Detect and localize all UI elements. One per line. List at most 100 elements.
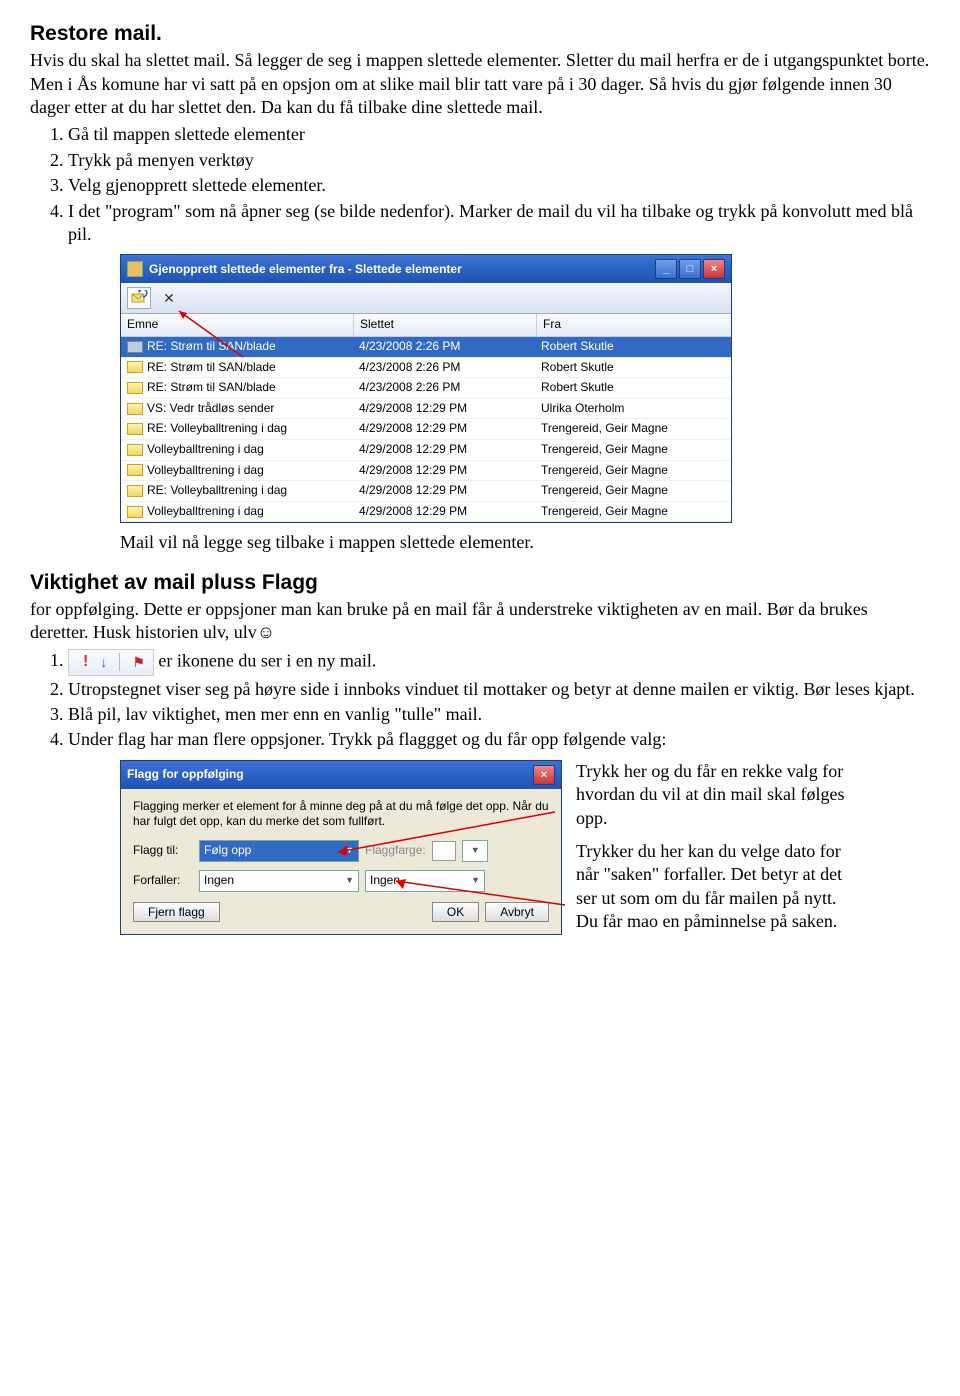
cell-from: Trengereid, Geir Magne xyxy=(535,419,731,439)
due-label: Forfaller: xyxy=(133,873,193,889)
cell-subject: RE: Volleyballtrening i dag xyxy=(147,421,287,437)
separator xyxy=(119,653,120,671)
step-text: er ikonene du ser i en ny mail. xyxy=(158,650,376,670)
recover-button[interactable] xyxy=(127,287,151,309)
due-time-value: Ingen xyxy=(370,873,400,889)
step: Velg gjenopprett slettede elementer. xyxy=(68,174,930,197)
table-header: Emne Slettet Fra xyxy=(121,314,731,337)
chevron-down-icon: ▼ xyxy=(345,875,354,887)
low-importance-icon[interactable]: ↓ xyxy=(100,653,107,671)
table-row[interactable]: RE: Strøm til SAN/blade 4/23/2008 2:26 PM… xyxy=(121,378,731,399)
table-row[interactable]: RE: Volleyballtrening i dag 4/29/2008 12:… xyxy=(121,481,731,502)
cell-subject: RE: Strøm til SAN/blade xyxy=(147,380,276,396)
chevron-down-icon: ▼ xyxy=(345,845,354,857)
envelope-icon xyxy=(127,485,143,497)
app-icon xyxy=(127,261,143,277)
cell-deleted: 4/23/2008 2:26 PM xyxy=(353,378,535,398)
table-row[interactable]: RE: Strøm til SAN/blade 4/23/2008 2:26 PM… xyxy=(121,358,731,379)
close-button[interactable]: × xyxy=(703,259,725,279)
table-row[interactable]: Volleyballtrening i dag 4/29/2008 12:29 P… xyxy=(121,440,731,461)
step: Blå pil, lav viktighet, men mer enn en v… xyxy=(68,703,930,726)
cell-from: Robert Skutle xyxy=(535,337,731,357)
cell-deleted: 4/29/2008 12:29 PM xyxy=(353,461,535,481)
ok-button[interactable]: OK xyxy=(432,902,479,922)
envelope-icon xyxy=(127,382,143,394)
annotation-p2: Trykker du her kan du velge dato for når… xyxy=(576,840,846,934)
cell-from: Trengereid, Geir Magne xyxy=(535,440,731,460)
dialog-titlebar: Flagg for oppfølging × xyxy=(121,761,561,789)
cell-from: Robert Skutle xyxy=(535,358,731,378)
cell-subject: RE: Strøm til SAN/blade xyxy=(147,360,276,376)
due-time-select[interactable]: Ingen ▼ xyxy=(365,870,485,892)
cell-deleted: 4/23/2008 2:26 PM xyxy=(353,337,535,357)
minimize-button[interactable]: _ xyxy=(655,259,677,279)
cell-from: Ulrika Oterholm xyxy=(535,399,731,419)
cell-subject: VS: Vedr trådløs sender xyxy=(147,401,274,417)
paragraph-restore: Hvis du skal ha slettet mail. Så legger … xyxy=(30,49,930,119)
step: Under flag har man flere oppsjoner. Tryk… xyxy=(68,728,930,751)
table-row[interactable]: Volleyballtrening i dag 4/29/2008 12:29 P… xyxy=(121,461,731,482)
cell-deleted: 4/29/2008 12:29 PM xyxy=(353,399,535,419)
maximize-button[interactable]: □ xyxy=(679,259,701,279)
delete-button[interactable]: ✕ xyxy=(157,287,181,309)
flag-to-label: Flagg til: xyxy=(133,843,193,859)
col-from[interactable]: Fra xyxy=(537,314,731,336)
clear-flag-button[interactable]: Fjern flagg xyxy=(133,902,220,922)
due-date-select[interactable]: Ingen ▼ xyxy=(199,870,359,892)
envelope-icon xyxy=(127,464,143,476)
flag-color-select[interactable]: ▼ xyxy=(462,840,488,862)
table-row[interactable]: VS: Vedr trådløs sender 4/29/2008 12:29 P… xyxy=(121,399,731,420)
cell-from: Trengereid, Geir Magne xyxy=(535,502,731,522)
cancel-button[interactable]: Avbryt xyxy=(485,902,549,922)
flag-to-value: Følg opp xyxy=(204,843,251,859)
dialog-description: Flagging merker et element for å minne d… xyxy=(133,799,549,830)
cell-deleted: 4/23/2008 2:26 PM xyxy=(353,358,535,378)
step: Gå til mappen slettede elementer xyxy=(68,123,930,146)
envelope-icon xyxy=(127,506,143,518)
cell-deleted: 4/29/2008 12:29 PM xyxy=(353,419,535,439)
cell-deleted: 4/29/2008 12:29 PM xyxy=(353,502,535,522)
flag-color-label: Flaggfarge: xyxy=(365,843,426,859)
envelope-icon xyxy=(127,361,143,373)
dialog-title: Flagg for oppfølging xyxy=(127,767,244,783)
cell-subject: RE: Volleyballtrening i dag xyxy=(147,483,287,499)
cell-subject: RE: Strøm til SAN/blade xyxy=(147,339,276,355)
recover-window: Gjenopprett slettede elementer fra - Sle… xyxy=(120,254,732,523)
step: I det "program" som nå åpner seg (se bil… xyxy=(68,200,930,247)
heading-restore: Restore mail. xyxy=(30,20,930,47)
flag-dialog: Flagg for oppfølging × Flagging merker e… xyxy=(120,760,562,935)
table-row[interactable]: RE: Volleyballtrening i dag 4/29/2008 12:… xyxy=(121,419,731,440)
table-row[interactable]: RE: Strøm til SAN/blade 4/23/2008 2:26 PM… xyxy=(121,337,731,358)
toolbar: ✕ xyxy=(121,283,731,314)
cell-subject: Volleyballtrening i dag xyxy=(147,504,264,520)
dialog-close-button[interactable]: × xyxy=(533,765,555,785)
cell-from: Trengereid, Geir Magne xyxy=(535,481,731,501)
cell-deleted: 4/29/2008 12:29 PM xyxy=(353,440,535,460)
chevron-down-icon: ▼ xyxy=(471,875,480,887)
step: ! ↓ ⚑ er ikonene du ser i en ny mail. xyxy=(68,649,930,676)
annotation-text: Trykk her og du får en rekke valg for hv… xyxy=(576,760,846,944)
window-title: Gjenopprett slettede elementer fra - Sle… xyxy=(149,262,462,278)
envelope-icon xyxy=(127,403,143,415)
step: Utropstegnet viser seg på høyre side i i… xyxy=(68,678,930,701)
after-text: Mail vil nå legge seg tilbake i mappen s… xyxy=(120,531,930,554)
table-row[interactable]: Volleyballtrening i dag 4/29/2008 12:29 P… xyxy=(121,502,731,523)
flag-color-swatch[interactable] xyxy=(432,841,456,861)
col-subject[interactable]: Emne xyxy=(121,314,354,336)
cell-from: Robert Skutle xyxy=(535,378,731,398)
col-deleted[interactable]: Slettet xyxy=(354,314,537,336)
envelope-icon xyxy=(127,423,143,435)
flag-icon[interactable]: ⚑ xyxy=(132,653,145,671)
paragraph-importance: for oppfølging. Dette er oppsjoner man k… xyxy=(30,598,930,645)
step: Trykk på menyen verktøy xyxy=(68,149,930,172)
envelope-icon xyxy=(127,341,143,353)
cell-deleted: 4/29/2008 12:29 PM xyxy=(353,481,535,501)
high-importance-icon[interactable]: ! xyxy=(83,652,88,673)
cell-subject: Volleyballtrening i dag xyxy=(147,463,264,479)
importance-steps: ! ↓ ⚑ er ikonene du ser i en ny mail. Ut… xyxy=(68,649,930,752)
restore-steps: Gå til mappen slettede elementer Trykk p… xyxy=(68,123,930,246)
flag-to-select[interactable]: Følg opp ▼ xyxy=(199,840,359,862)
envelope-icon xyxy=(127,444,143,456)
cell-subject: Volleyballtrening i dag xyxy=(147,442,264,458)
cell-from: Trengereid, Geir Magne xyxy=(535,461,731,481)
